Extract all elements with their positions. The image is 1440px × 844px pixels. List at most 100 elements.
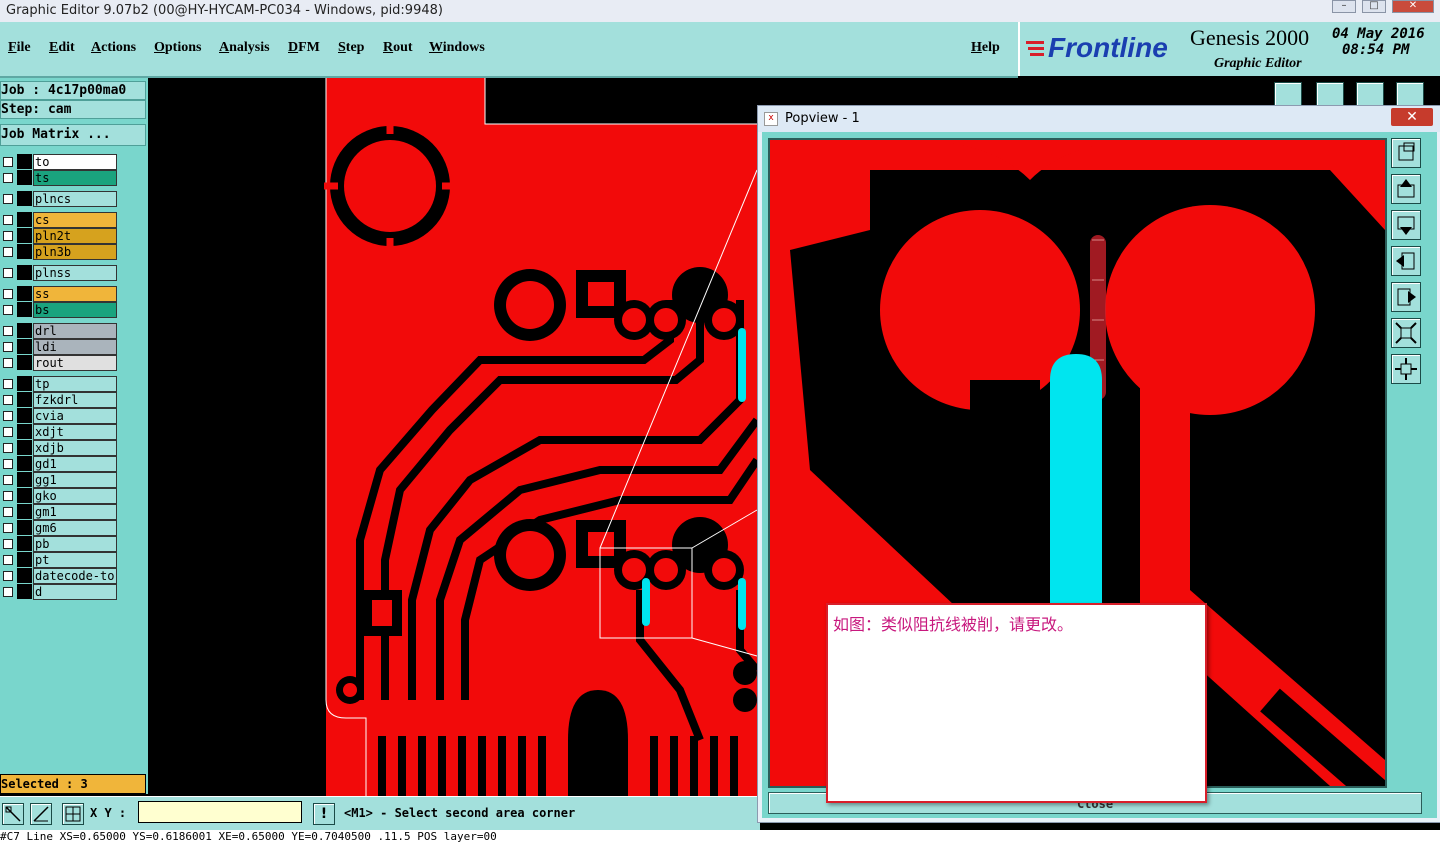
minimize-button[interactable]: – (1332, 0, 1356, 13)
layer-row[interactable]: xdjt (0, 424, 118, 440)
main-canvas[interactable] (148, 78, 760, 796)
menu-help[interactable]: Help (971, 40, 1000, 56)
layer-checkbox[interactable] (3, 475, 13, 485)
layer-name[interactable]: ldi (33, 339, 117, 355)
layer-affected-marker[interactable] (17, 552, 32, 567)
layer-row[interactable]: bs (0, 302, 118, 318)
layer-name[interactable]: pb (33, 536, 117, 552)
layer-row[interactable]: pln2t (0, 228, 118, 244)
zoom-in-icon[interactable] (1391, 318, 1421, 348)
layer-checkbox[interactable] (3, 587, 13, 597)
layer-checkbox[interactable] (3, 342, 13, 352)
layer-checkbox[interactable] (3, 173, 13, 183)
layer-name[interactable]: gd1 (33, 456, 117, 472)
layer-row[interactable]: ts (0, 170, 118, 186)
layer-affected-marker[interactable] (17, 568, 32, 583)
layer-name[interactable]: gm6 (33, 520, 117, 536)
layer-name[interactable]: rout (33, 355, 117, 371)
layer-checkbox[interactable] (3, 194, 13, 204)
layer-name[interactable]: ts (33, 170, 117, 186)
layer-affected-marker[interactable] (17, 191, 32, 206)
layer-affected-marker[interactable] (17, 355, 32, 370)
layer-affected-marker[interactable] (17, 376, 32, 391)
layer-name[interactable]: gm1 (33, 504, 117, 520)
layer-row[interactable]: pln3b (0, 244, 118, 260)
layer-affected-marker[interactable] (17, 392, 32, 407)
layer-name[interactable]: plncs (33, 191, 117, 207)
menu-step[interactable]: Step (338, 40, 364, 56)
layer-checkbox[interactable] (3, 507, 13, 517)
layer-checkbox[interactable] (3, 231, 13, 241)
popview-close-icon[interactable]: ✕ (1391, 108, 1433, 126)
layer-affected-marker[interactable] (17, 520, 32, 535)
layer-name[interactable]: drl (33, 323, 117, 339)
toolbar-button[interactable] (1396, 82, 1424, 106)
layer-name[interactable]: ss (33, 286, 117, 302)
menu-dfm[interactable]: DFM (288, 40, 320, 56)
layer-row[interactable]: gm6 (0, 520, 118, 536)
layer-row[interactable]: ldi (0, 339, 118, 355)
layer-checkbox[interactable] (3, 491, 13, 501)
measure-icon[interactable] (30, 803, 52, 825)
popview-title-bar[interactable]: x Popview - 1 ✕ (758, 106, 1440, 132)
layer-row[interactable]: to (0, 154, 118, 170)
grid-icon[interactable] (62, 803, 84, 825)
layer-checkbox[interactable] (3, 539, 13, 549)
layer-row[interactable]: rout (0, 355, 118, 371)
layer-affected-marker[interactable] (17, 286, 32, 301)
layer-name[interactable]: gg1 (33, 472, 117, 488)
menu-rout[interactable]: Rout (383, 40, 413, 56)
menu-windows[interactable]: Windows (429, 40, 485, 56)
menu-file[interactable]: File (8, 40, 31, 56)
alert-icon[interactable]: ! (313, 803, 335, 825)
layer-name[interactable]: xdjb (33, 440, 117, 456)
layer-checkbox[interactable] (3, 523, 13, 533)
layer-row[interactable]: pt (0, 552, 118, 568)
snap-icon[interactable] (2, 803, 24, 825)
layer-row[interactable]: plnss (0, 265, 118, 281)
job-matrix-button[interactable]: Job Matrix ... (0, 124, 146, 146)
layer-affected-marker[interactable] (17, 456, 32, 471)
layer-name[interactable]: d (33, 584, 117, 600)
layer-affected-marker[interactable] (17, 536, 32, 551)
layer-checkbox[interactable] (3, 395, 13, 405)
layer-name[interactable]: plnss (33, 265, 117, 281)
layer-name[interactable]: datecode-to (33, 568, 117, 584)
maximize-button[interactable]: □ (1362, 0, 1386, 13)
close-window-button[interactable]: ✕ (1392, 0, 1434, 13)
layer-checkbox[interactable] (3, 358, 13, 368)
layer-row[interactable]: drl (0, 323, 118, 339)
layer-row[interactable]: plncs (0, 191, 118, 207)
layer-affected-marker[interactable] (17, 408, 32, 423)
layer-affected-marker[interactable] (17, 154, 32, 169)
layer-name[interactable]: pln3b (33, 244, 117, 260)
xy-input[interactable] (138, 801, 302, 823)
layer-affected-marker[interactable] (17, 339, 32, 354)
layer-name[interactable]: tp (33, 376, 117, 392)
layer-affected-marker[interactable] (17, 504, 32, 519)
layer-affected-marker[interactable] (17, 244, 32, 259)
layer-row[interactable]: gm1 (0, 504, 118, 520)
layer-checkbox[interactable] (3, 157, 13, 167)
menu-options[interactable]: Options (154, 40, 201, 56)
layer-name[interactable]: to (33, 154, 117, 170)
layer-checkbox[interactable] (3, 379, 13, 389)
layer-affected-marker[interactable] (17, 302, 32, 317)
layer-checkbox[interactable] (3, 443, 13, 453)
layer-affected-marker[interactable] (17, 212, 32, 227)
layer-row[interactable]: gg1 (0, 472, 118, 488)
layer-checkbox[interactable] (3, 411, 13, 421)
layer-name[interactable]: gko (33, 488, 117, 504)
layer-row[interactable]: datecode-to (0, 568, 118, 584)
layer-checkbox[interactable] (3, 268, 13, 278)
layer-affected-marker[interactable] (17, 472, 32, 487)
layer-affected-marker[interactable] (17, 170, 32, 185)
layer-affected-marker[interactable] (17, 265, 32, 280)
layer-row[interactable]: d (0, 584, 118, 600)
layer-name[interactable]: xdjt (33, 424, 117, 440)
menu-analysis[interactable]: Analysis (219, 40, 270, 56)
layer-row[interactable]: cvia (0, 408, 118, 424)
layer-affected-marker[interactable] (17, 584, 32, 599)
layer-affected-marker[interactable] (17, 323, 32, 338)
zoom-out-icon[interactable] (1391, 354, 1421, 384)
